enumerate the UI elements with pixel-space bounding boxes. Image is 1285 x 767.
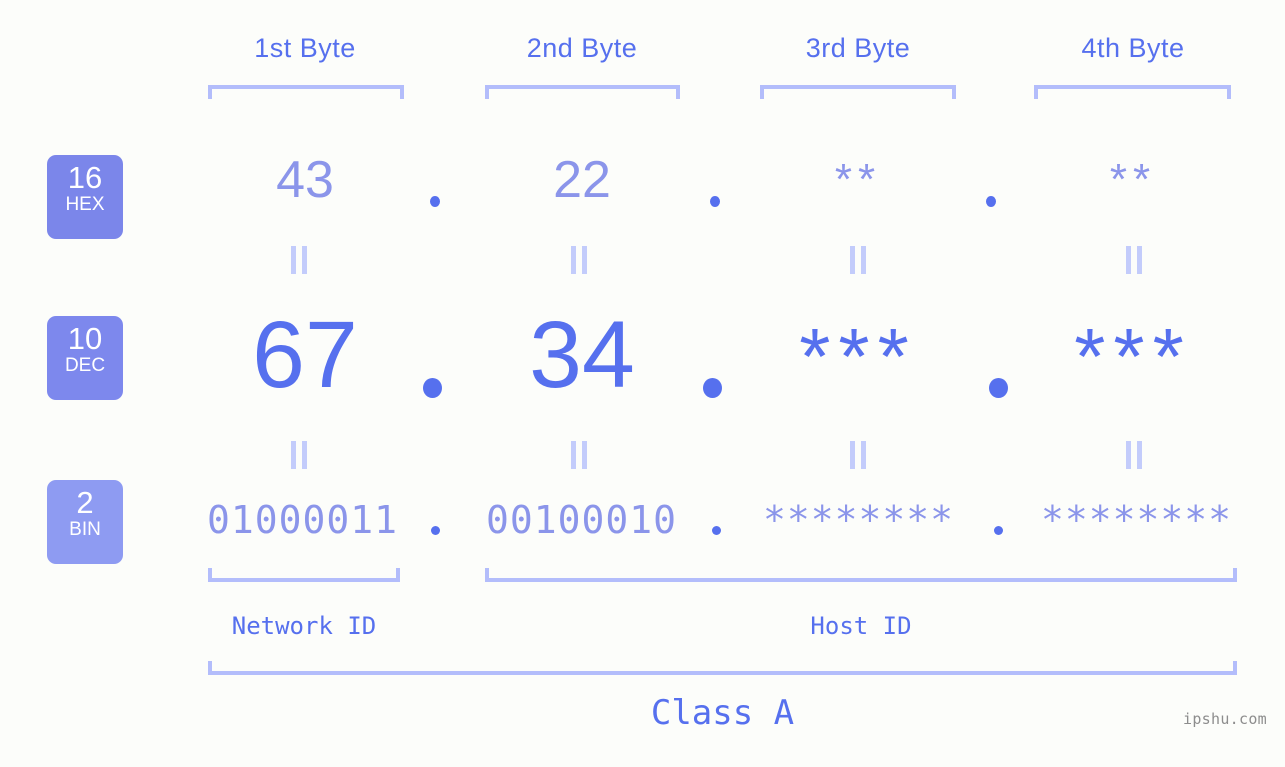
bin-byte-1: 01000011 [206, 498, 399, 542]
hex-byte-3: ** [834, 155, 882, 204]
bin-separator-dot-3 [994, 526, 1003, 535]
hex-byte-1: 43 [276, 151, 334, 209]
equals-connector-hex-dec-4 [1124, 246, 1146, 274]
hex-separator-dot-1 [430, 196, 440, 207]
base-badge-hex-number: 16 [67, 160, 103, 195]
hex-byte-2: 22 [553, 151, 611, 209]
dec-separator-dot-2 [703, 378, 722, 398]
equals-connector-hex-dec-1 [289, 246, 311, 274]
dec-separator-dot-3 [989, 378, 1008, 398]
network-id-bracket [208, 568, 400, 582]
class-bracket [208, 661, 1237, 675]
byte-header-4: 4th Byte [1081, 33, 1185, 63]
host-id-bracket [485, 568, 1237, 582]
base-badge-bin-abbr: BIN [69, 519, 101, 540]
byte-bracket-3 [760, 85, 956, 99]
equals-connector-dec-bin-1 [289, 441, 311, 469]
site-watermark: ipshu.com [1183, 710, 1267, 728]
bin-separator-dot-1 [431, 526, 440, 535]
dec-separator-dot-1 [423, 378, 442, 398]
equals-connector-dec-bin-2 [569, 441, 591, 469]
hex-separator-dot-3 [986, 196, 996, 207]
base-badge-hex-abbr: HEX [65, 194, 105, 215]
base-badge-bin: 2 BIN [47, 480, 123, 564]
base-badge-bin-number: 2 [76, 485, 94, 520]
host-id-label: Host ID [810, 612, 912, 640]
byte-header-2: 2nd Byte [526, 33, 638, 63]
base-badge-dec: 10 DEC [47, 316, 123, 400]
byte-bracket-2 [485, 85, 680, 99]
base-badge-hex: 16 HEX [47, 155, 123, 239]
ip-address-breakdown-diagram: 1st Byte 2nd Byte 3rd Byte 4th Byte 16 H… [0, 0, 1285, 767]
equals-connector-hex-dec-3 [848, 246, 870, 274]
dec-byte-3: *** [799, 312, 917, 401]
bin-byte-3: ******** [762, 498, 955, 542]
equals-connector-dec-bin-3 [848, 441, 870, 469]
byte-bracket-4 [1034, 85, 1231, 99]
dec-byte-4: *** [1074, 312, 1192, 401]
base-badge-dec-number: 10 [67, 321, 103, 356]
byte-header-3: 3rd Byte [805, 33, 911, 63]
equals-connector-dec-bin-4 [1124, 441, 1146, 469]
base-badge-dec-abbr: DEC [64, 355, 106, 376]
network-id-label: Network ID [231, 612, 377, 640]
byte-header-1: 1st Byte [254, 33, 356, 63]
equals-connector-hex-dec-2 [569, 246, 591, 274]
ip-class-label: Class A [650, 693, 795, 733]
byte-bracket-1 [208, 85, 404, 99]
hex-separator-dot-2 [710, 196, 720, 207]
bin-separator-dot-2 [712, 526, 721, 535]
dec-byte-2: 34 [529, 302, 635, 408]
hex-byte-4: ** [1109, 155, 1157, 204]
bin-byte-2: 00100010 [485, 498, 678, 542]
dec-byte-1: 67 [252, 302, 358, 408]
bin-byte-4: ******** [1040, 498, 1233, 542]
